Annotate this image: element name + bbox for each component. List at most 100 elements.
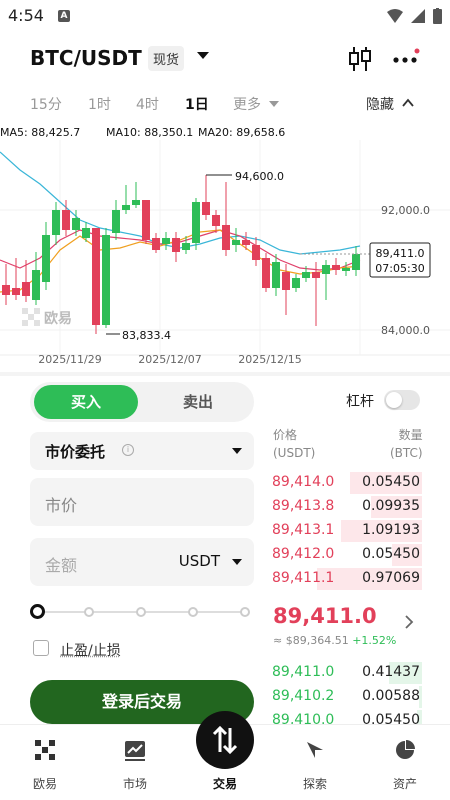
ask-row[interactable]: 89,411.1 0.97069 (272, 567, 422, 591)
nav-assets[interactable]: 资产 (360, 725, 450, 800)
amount-unit-select[interactable]: USDT (179, 552, 220, 570)
bid-price: 89,411.0 (272, 664, 334, 680)
candle-body (132, 200, 140, 205)
bid-qty: 0.00588 (362, 688, 420, 704)
candle-body (262, 258, 270, 288)
candle-body (282, 272, 290, 290)
order-type-label: 市价委托 (45, 441, 105, 462)
section-divider (0, 372, 450, 376)
date-axis-label: 2025/11/29 (38, 353, 101, 366)
candle-body (32, 270, 40, 300)
buy-tab[interactable]: 买入 (34, 385, 138, 419)
candle-body (82, 228, 90, 238)
candle-body (252, 245, 260, 260)
chevron-right-icon[interactable] (404, 615, 414, 629)
candle-body (62, 210, 70, 230)
order-type-select[interactable]: 市价委托 i (30, 432, 254, 470)
watermark-logo-square (28, 314, 34, 320)
bid-row[interactable]: 89,411.0 0.41437 (272, 661, 422, 685)
wifi-icon (387, 9, 403, 23)
battery-icon (433, 8, 442, 24)
candle-body (352, 254, 360, 270)
price-placeholder: 市价 (45, 492, 77, 516)
ma5-label: MA5: 88,425.7 (0, 126, 80, 139)
leverage-toggle[interactable] (384, 390, 420, 410)
tab-4h[interactable]: 4时 (136, 94, 159, 114)
status-bar: 4:54 A (0, 0, 450, 32)
ask-row[interactable]: 89,414.0 0.05450 (272, 471, 422, 495)
bid-row[interactable]: 89,410.2 0.00588 (272, 685, 422, 709)
timeframe-tabs: 15分 1时 4时 1日 更多 隐藏 (0, 88, 450, 120)
chevron-up-icon[interactable] (402, 98, 414, 107)
nav-okx[interactable]: 欧易 (0, 725, 90, 800)
trade-fab-button[interactable] (196, 711, 254, 769)
ask-qty: 0.09935 (362, 498, 420, 514)
compass-icon (304, 739, 326, 761)
tpsl-label[interactable]: 止盈/止损 (60, 640, 121, 660)
slider-handle[interactable] (30, 604, 45, 619)
candle-body (212, 215, 220, 226)
candle-body (92, 228, 100, 325)
ask-row[interactable]: 89,412.0 0.05450 (272, 543, 422, 567)
pair-dropdown-icon[interactable] (197, 52, 209, 59)
date-axis-label: 2025/12/15 (238, 353, 301, 366)
watermark-logo-square (34, 308, 40, 314)
ob-price-header: 价格 (USDT) (273, 426, 315, 462)
ob-qty-header: 数量 (BTC) (390, 426, 423, 462)
sell-tab[interactable]: 卖出 (146, 385, 250, 419)
candlestick-icon[interactable] (348, 46, 372, 72)
amount-input[interactable]: 金额 USDT (30, 538, 254, 586)
ask-row[interactable]: 89,413.1 1.09193 (272, 519, 422, 543)
ask-price: 89,412.0 (272, 546, 334, 562)
watermark-logo-square (34, 320, 40, 326)
watermark-text: 欧易 (44, 310, 72, 327)
change-percent: +1.52% (352, 634, 396, 647)
ma20-label: MA20: 89,658.6 (198, 126, 285, 139)
tab-1h[interactable]: 1时 (88, 94, 111, 114)
status-time: 4:54 (8, 6, 44, 25)
amount-slider[interactable] (30, 602, 250, 622)
amount-placeholder: 金额 (45, 552, 77, 576)
candle-body (112, 210, 120, 233)
ask-price: 89,414.0 (272, 474, 334, 490)
ask-price: 89,413.8 (272, 498, 334, 514)
watermark-logo-square (22, 320, 28, 326)
candle-body (322, 265, 330, 274)
tab-more[interactable]: 更多 (233, 94, 261, 114)
candle-body (192, 202, 200, 243)
candle-body (232, 240, 240, 245)
chevron-down-icon (232, 448, 242, 454)
candle-body (172, 238, 180, 252)
nav-explore[interactable]: 探索 (270, 725, 360, 800)
info-icon[interactable]: i (122, 444, 134, 456)
tab-15m[interactable]: 15分 (30, 94, 62, 114)
pair-header: BTC/USDT 现货 (0, 36, 450, 82)
tab-1d[interactable]: 1日 (185, 94, 209, 114)
candle-body (242, 240, 250, 245)
ask-qty: 1.09193 (362, 522, 420, 538)
candle-body (182, 243, 190, 250)
more-icon[interactable] (392, 48, 422, 70)
price-input[interactable]: 市价 (30, 478, 254, 526)
bid-price: 89,410.2 (272, 688, 334, 704)
current-price-label: 89,411.0 (376, 247, 425, 260)
slider-step-75[interactable] (188, 607, 198, 617)
candle-body (332, 265, 340, 270)
price-axis-label: 84,000.0 (381, 324, 430, 337)
low-price-label: 83,833.4 (122, 329, 171, 342)
candlestick-chart[interactable]: 欧易 94,600.0 83,833.4 92,000.0 84,000.0 89,41… (0, 140, 450, 370)
slider-step-50[interactable] (136, 607, 146, 617)
countdown-label: 07:05:30 (375, 262, 424, 275)
ask-row[interactable]: 89,413.8 0.09935 (272, 495, 422, 519)
slider-step-100[interactable] (240, 607, 250, 617)
candle-body (22, 282, 30, 296)
nav-market[interactable]: 市场 (90, 725, 180, 800)
market-chart-icon (124, 739, 146, 761)
watermark-logo (22, 308, 40, 326)
candle-body (162, 238, 170, 244)
chevron-down-icon[interactable] (232, 559, 242, 565)
pair-title[interactable]: BTC/USDT (30, 46, 142, 70)
hide-chart-button[interactable]: 隐藏 (366, 94, 394, 114)
tpsl-checkbox[interactable] (33, 640, 49, 656)
slider-step-25[interactable] (84, 607, 94, 617)
